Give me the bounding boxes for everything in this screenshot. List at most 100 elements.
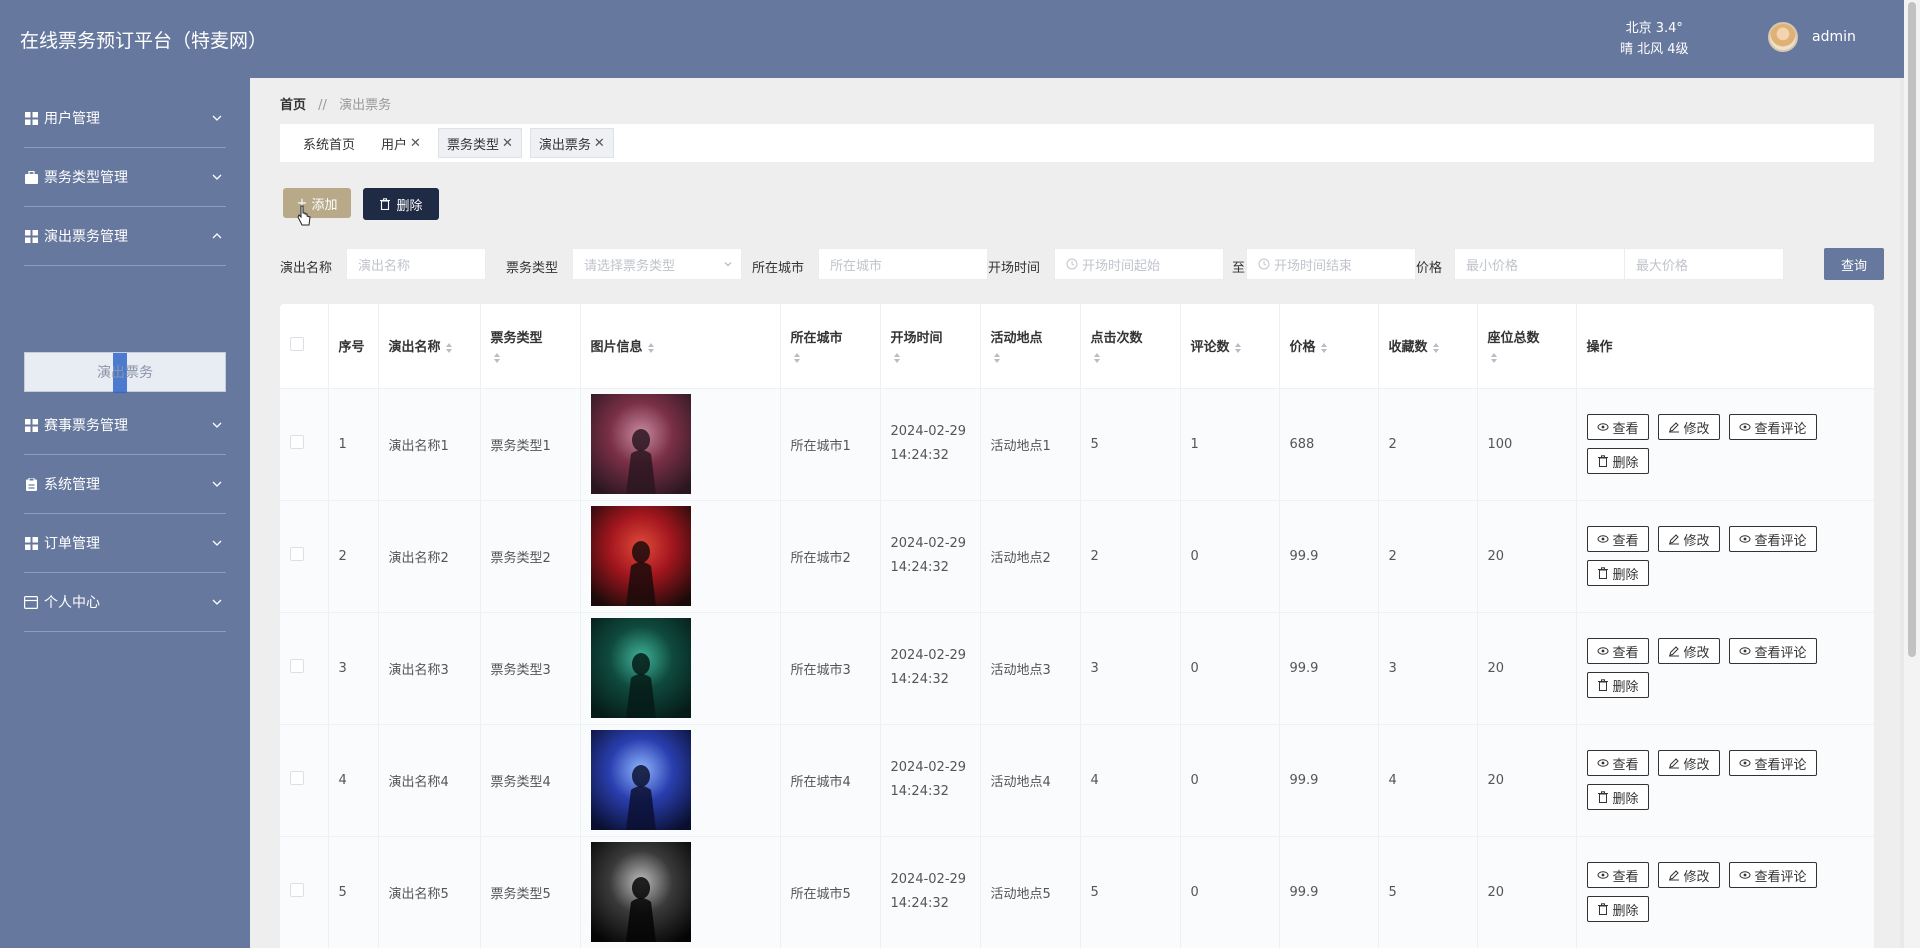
header-image[interactable]: 图片信息 — [580, 304, 781, 389]
sort-icon[interactable] — [1432, 342, 1440, 354]
sort-icon[interactable] — [445, 342, 453, 354]
cell-city: 所在城市4 — [780, 724, 881, 837]
table-row[interactable]: 4 演出名称4 票务类型4 所在城市4 2024-02-29 14:24:32 活动地点4 4… — [280, 724, 1874, 837]
view-button[interactable]: 查看 — [1586, 414, 1649, 440]
row-checkbox[interactable] — [290, 883, 304, 897]
view-comments-button[interactable]: 查看评论 — [1728, 862, 1817, 888]
data-table: 序号 演出名称 票务类型 图片信息 所在城市 开场时间 活动地点 点击次数 评论… — [280, 304, 1874, 948]
row-checkbox[interactable] — [290, 547, 304, 561]
poster-image[interactable] — [590, 506, 691, 606]
view-comments-button[interactable]: 查看评论 — [1728, 526, 1817, 552]
poster-image[interactable] — [590, 730, 691, 830]
sidebar-item-system[interactable]: 系统管理 — [24, 455, 226, 514]
tab-ticket-types[interactable]: 票务类型 ✕ — [437, 128, 522, 158]
query-button[interactable]: 查询 — [1824, 248, 1884, 280]
page-scrollbar[interactable] — [1904, 0, 1920, 948]
edit-button[interactable]: 修改 — [1657, 526, 1720, 552]
sort-icon[interactable] — [1234, 342, 1242, 354]
edit-button[interactable]: 修改 — [1657, 638, 1720, 664]
row-delete-button[interactable]: 删除 — [1586, 672, 1649, 698]
scrollbar-thumb[interactable] — [1908, 2, 1916, 657]
sort-icon[interactable] — [1320, 342, 1328, 354]
add-button-label: 添加 — [311, 197, 338, 213]
poster-image[interactable] — [590, 394, 691, 494]
row-delete-button[interactable]: 删除 — [1586, 784, 1649, 810]
edit-button[interactable]: 修改 — [1657, 862, 1720, 888]
row-checkbox[interactable] — [290, 435, 304, 449]
submenu-item-show-tickets[interactable]: 演出票务 — [24, 352, 226, 393]
sidebar-item-show-tickets[interactable]: 演出票务管理 — [24, 207, 226, 266]
sort-icon[interactable] — [1093, 352, 1101, 364]
close-icon[interactable]: ✕ — [594, 136, 605, 151]
delete-button[interactable]: 删除 — [363, 188, 439, 220]
row-checkbox[interactable] — [290, 771, 304, 785]
view-button[interactable]: 查看 — [1586, 526, 1649, 552]
tab-show-tickets[interactable]: 演出票务 ✕ — [529, 128, 614, 158]
header-time[interactable]: 开场时间 — [880, 304, 981, 389]
price-max-input[interactable]: 最大价格 — [1624, 248, 1784, 280]
sort-icon[interactable] — [493, 352, 501, 364]
header-clicks[interactable]: 点击次数 — [1080, 304, 1181, 389]
sort-icon[interactable] — [793, 352, 801, 364]
edit-button[interactable]: 修改 — [1657, 750, 1720, 776]
row-delete-button[interactable]: 删除 — [1586, 448, 1649, 474]
poster-image[interactable] — [590, 618, 691, 718]
header-comments[interactable]: 评论数 — [1180, 304, 1280, 389]
close-icon[interactable]: ✕ — [410, 136, 421, 151]
time-start-input[interactable]: 开场时间起始 — [1054, 248, 1224, 280]
view-comments-button[interactable]: 查看评论 — [1728, 750, 1817, 776]
table-row[interactable]: 2 演出名称2 票务类型2 所在城市2 2024-02-29 14:24:32 活动地点2 2… — [280, 500, 1874, 613]
row-checkbox[interactable] — [290, 659, 304, 673]
row-delete-button[interactable]: 删除 — [1586, 560, 1649, 586]
view-button[interactable]: 查看 — [1586, 750, 1649, 776]
header-name[interactable]: 演出名称 — [378, 304, 481, 389]
city-input[interactable]: 所在城市 — [818, 248, 988, 280]
header-city[interactable]: 所在城市 — [780, 304, 881, 389]
sidebar-item-users[interactable]: 用户管理 — [24, 89, 226, 148]
sidebar-item-ticket-types[interactable]: 票务类型管理 — [24, 148, 226, 207]
time-end-input[interactable]: 开场时间结束 — [1246, 248, 1416, 280]
sidebar-item-label: 赛事票务管理 — [44, 418, 128, 434]
sidebar-item-orders[interactable]: 订单管理 — [24, 514, 226, 573]
view-comments-button[interactable]: 查看评论 — [1728, 638, 1817, 664]
tab-home[interactable]: 系统首页 — [294, 128, 364, 158]
view-comments-button[interactable]: 查看评论 — [1728, 414, 1817, 440]
table-row[interactable]: 5 演出名称5 票务类型5 所在城市5 2024-02-29 14:24:32 活动地点5 5… — [280, 836, 1874, 948]
header-actions: 操作 — [1576, 304, 1874, 389]
sort-icon[interactable] — [1490, 352, 1498, 364]
poster-image[interactable] — [590, 842, 691, 942]
sort-icon[interactable] — [647, 342, 655, 354]
header-type[interactable]: 票务类型 — [480, 304, 581, 389]
sort-icon[interactable] — [993, 352, 1001, 364]
cell-time: 2024-02-29 14:24:32 — [880, 724, 981, 837]
edit-button[interactable]: 修改 — [1657, 414, 1720, 440]
row-delete-button[interactable]: 删除 — [1586, 896, 1649, 922]
close-icon[interactable]: ✕ — [502, 136, 513, 151]
view-button[interactable]: 查看 — [1586, 638, 1649, 664]
sidebar-item-label: 个人中心 — [44, 595, 100, 611]
avatar[interactable] — [1768, 22, 1798, 52]
header-seats[interactable]: 座位总数 — [1477, 304, 1577, 389]
type-select[interactable]: 请选择票务类型 — [572, 248, 742, 280]
breadcrumb-home[interactable]: 首页 — [280, 98, 306, 113]
select-all-checkbox[interactable] — [290, 336, 304, 351]
tab-users[interactable]: 用户 ✕ — [372, 128, 430, 158]
weather-widget: 北京 3.4° 晴 北风 4级 — [1620, 18, 1689, 60]
view-label: 查看 — [1612, 869, 1639, 885]
header-favorites[interactable]: 收藏数 — [1378, 304, 1478, 389]
edit-label: 修改 — [1683, 869, 1710, 885]
table-row[interactable]: 1 演出名称1 票务类型1 所在城市1 2024-02-29 14:24:32 活动地点1 5… — [280, 388, 1874, 501]
header-price[interactable]: 价格 — [1279, 304, 1379, 389]
name-search-input[interactable]: 演出名称 — [346, 248, 486, 280]
user-name[interactable]: admin — [1812, 29, 1856, 45]
view-button[interactable]: 查看 — [1586, 862, 1649, 888]
sort-icon[interactable] — [893, 352, 901, 364]
trash-icon — [380, 198, 391, 210]
table-row[interactable]: 3 演出名称3 票务类型3 所在城市3 2024-02-29 14:24:32 活动地点3 3… — [280, 612, 1874, 725]
header-venue[interactable]: 活动地点 — [980, 304, 1081, 389]
add-button[interactable]: + 添加 — [283, 188, 351, 218]
sidebar-item-event-tickets[interactable]: 赛事票务管理 — [24, 396, 226, 455]
sidebar-item-profile[interactable]: 个人中心 — [24, 573, 226, 632]
user-menu[interactable]: admin — [1768, 22, 1856, 52]
price-min-input[interactable]: 最小价格 — [1454, 248, 1624, 280]
